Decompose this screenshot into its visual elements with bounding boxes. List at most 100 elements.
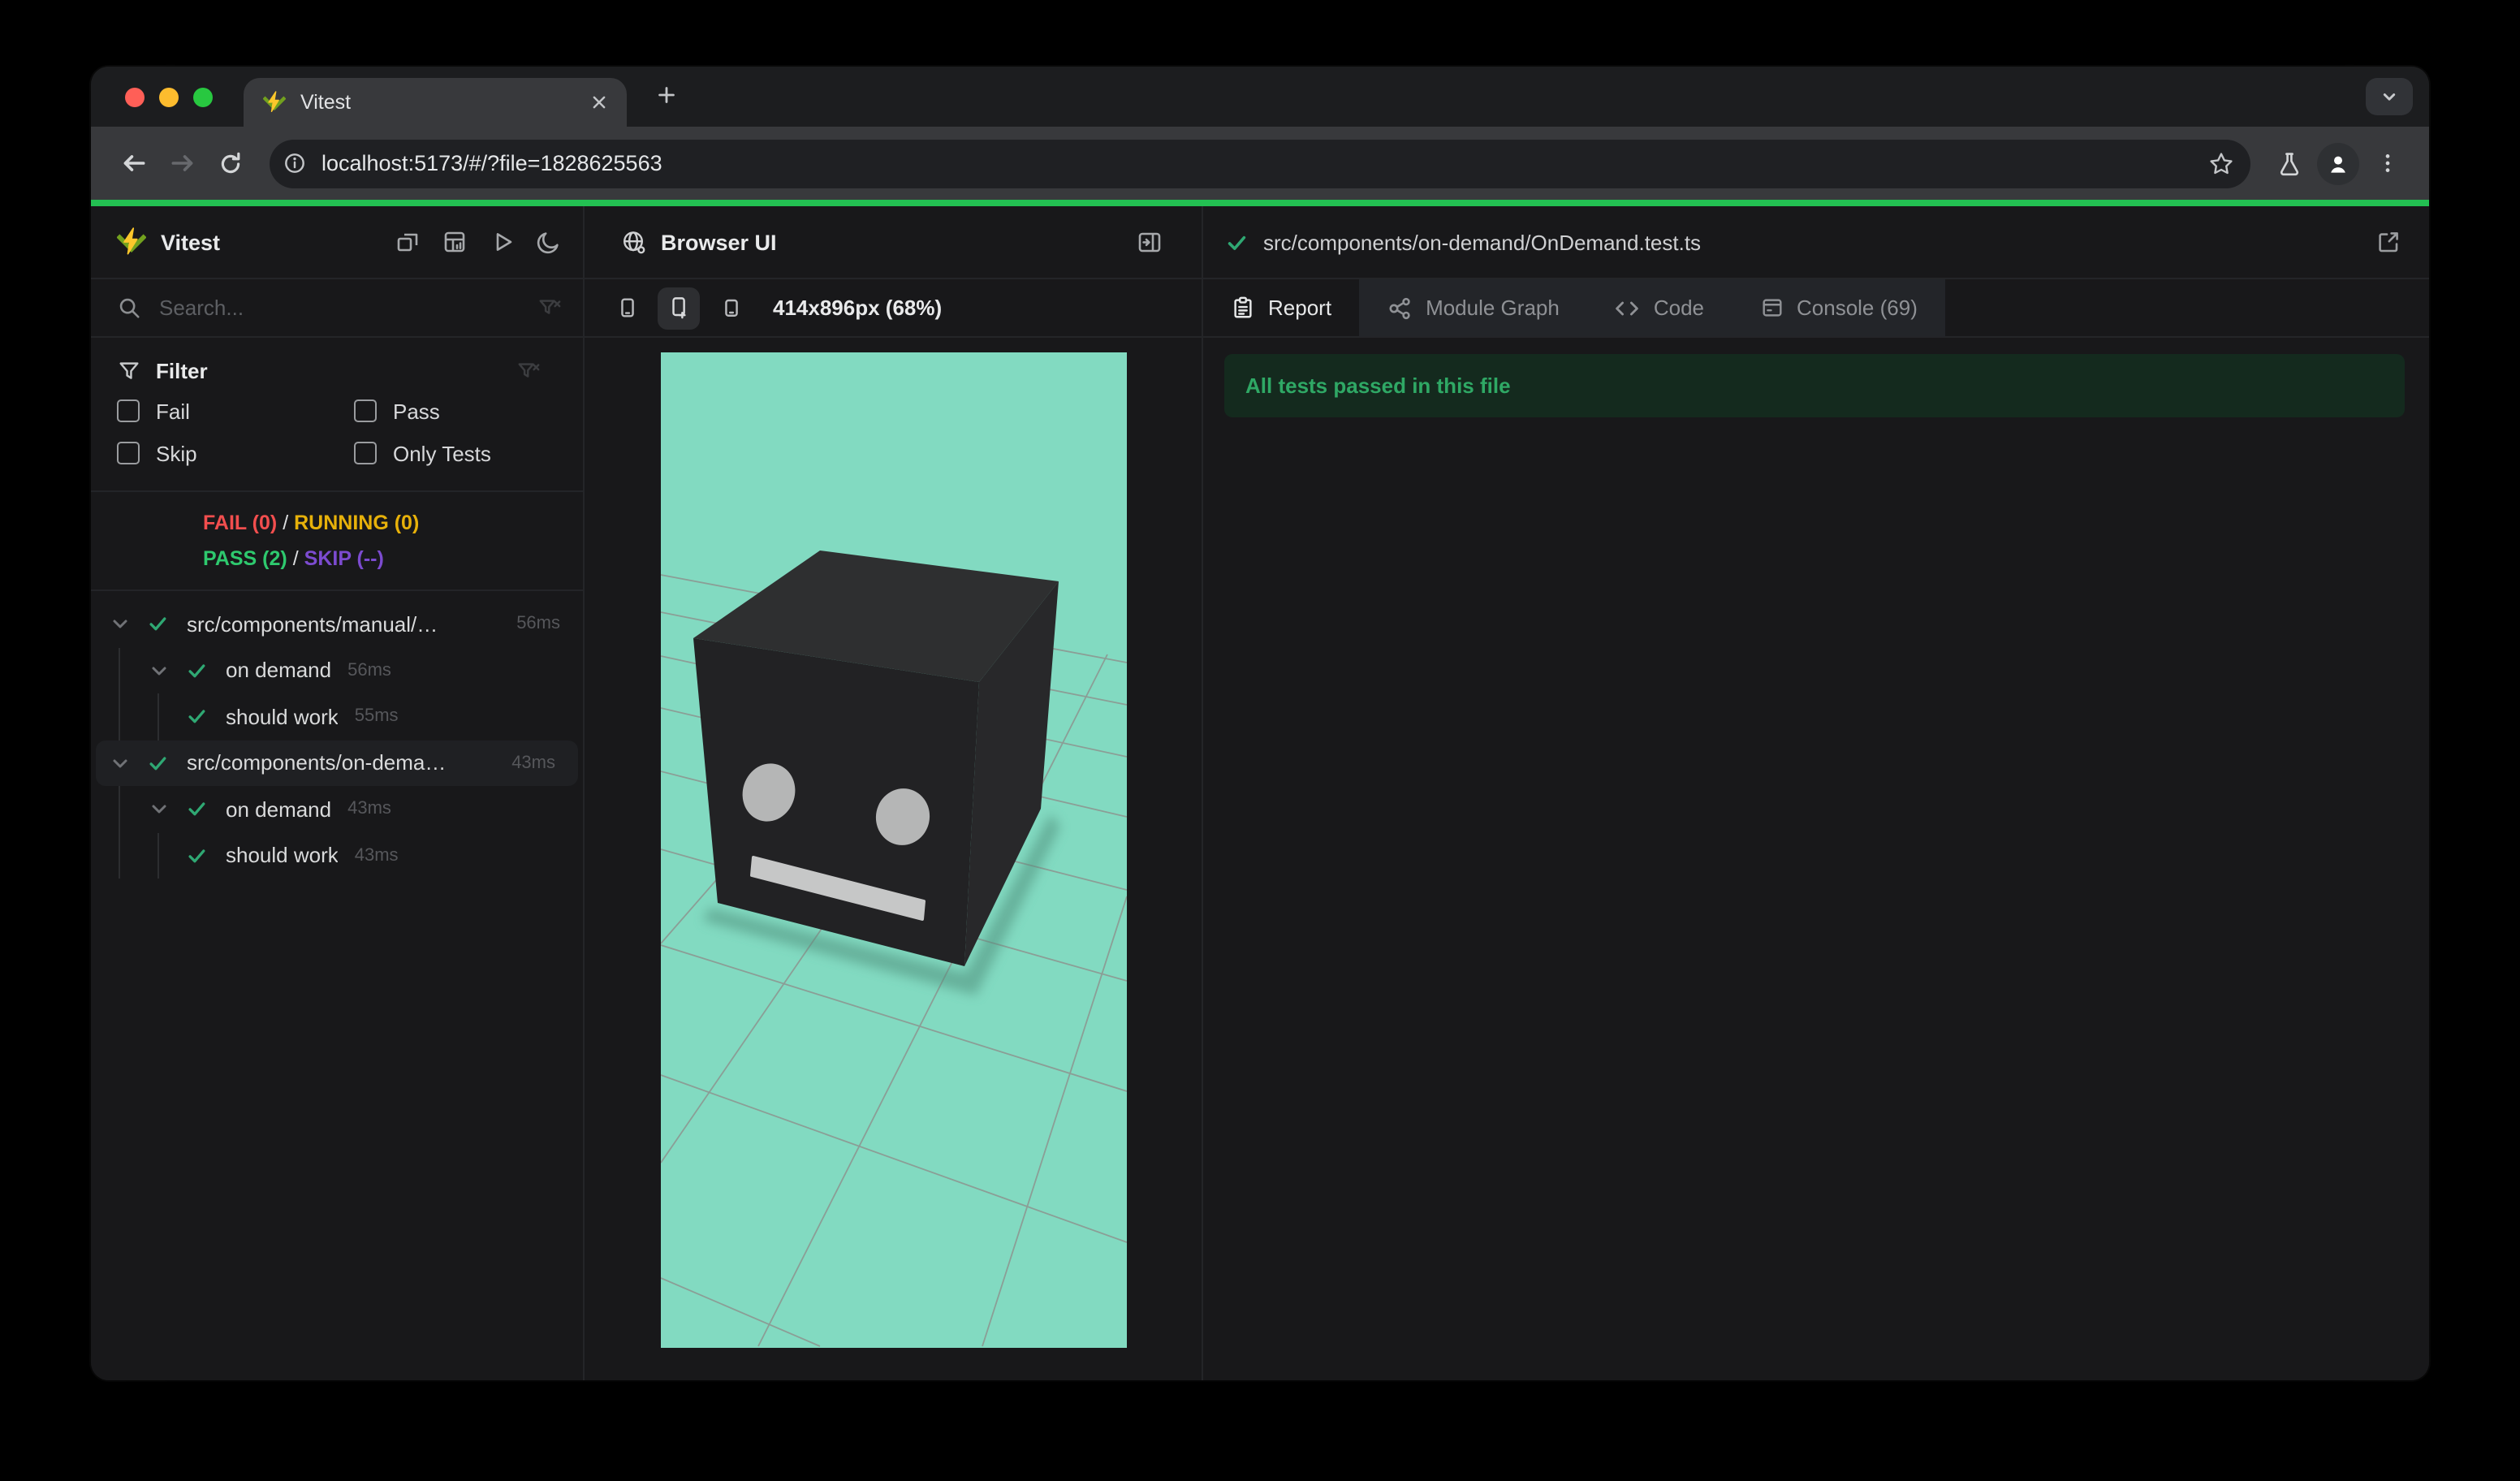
checkbox[interactable]	[354, 399, 377, 422]
tabs-container: Report Module Graph Code Console (69)	[1203, 279, 1945, 336]
pass-check-icon	[185, 798, 208, 821]
tree-row-file[interactable]: src/components/manual/… 56ms	[91, 601, 583, 647]
tree-row-suite[interactable]: on demand 56ms	[91, 647, 583, 693]
device-phone-add-icon[interactable]	[658, 287, 700, 329]
pass-check-icon	[185, 844, 208, 867]
test-name: should work	[226, 704, 339, 729]
device-small-phone-icon[interactable]	[710, 287, 752, 329]
tab-report[interactable]: Report	[1203, 279, 1360, 336]
filter-title: Filter	[156, 358, 208, 382]
tree-row-test[interactable]: should work 43ms	[91, 832, 583, 879]
search-icon	[117, 296, 141, 320]
open-external-icon[interactable]	[2375, 229, 2401, 255]
running-count: RUNNING (0)	[294, 512, 420, 534]
minimize-window-button[interactable]	[159, 88, 179, 107]
clear-filters-icon[interactable]	[516, 358, 541, 382]
avatar	[2317, 142, 2359, 184]
test-duration: 56ms	[516, 614, 560, 634]
experiments-flask-icon[interactable]	[2265, 139, 2314, 188]
filter-checkbox-pass[interactable]: Pass	[354, 390, 583, 432]
vitest-favicon-icon	[263, 91, 286, 114]
dark-mode-toggle-icon[interactable]	[536, 229, 562, 255]
test-progress-bar	[91, 200, 2429, 206]
test-duration: 43ms	[354, 845, 399, 866]
filter-checkbox-skip[interactable]: Skip	[117, 432, 354, 474]
open-file-path: src/components/on-demand/OnDemand.test.t…	[1263, 230, 1702, 254]
chevron-down-icon[interactable]	[107, 750, 133, 776]
stats-line-1: FAIL (0) / RUNNING (0)	[203, 512, 420, 534]
report-panel: src/components/on-demand/OnDemand.test.t…	[1203, 206, 2429, 1380]
test-file-name: src/components/on-dema…	[187, 750, 447, 775]
tab-search-button[interactable]	[2366, 78, 2413, 115]
report-body: All tests passed in this file	[1203, 338, 2429, 1380]
test-name: should work	[226, 843, 339, 868]
filter-section: Filter Fail Pass Skip Only Tests	[91, 338, 583, 492]
file-header: src/components/on-demand/OnDemand.test.t…	[1203, 206, 2429, 279]
collapse-panels-icon[interactable]	[395, 229, 421, 255]
run-all-tests-icon[interactable]	[489, 229, 515, 255]
test-tree: src/components/manual/… 56ms on demand 5…	[91, 591, 583, 1380]
zoom-window-button[interactable]	[193, 88, 213, 107]
sidebar: Vitest Search... Filter Fail Pass Skip O…	[91, 206, 585, 1380]
browser-tab[interactable]: Vitest	[244, 78, 627, 127]
preview-title: Browser UI	[661, 230, 777, 254]
url-text[interactable]: localhost:5173/#/?file=1828625563	[321, 151, 2194, 175]
browser-preview-viewport[interactable]	[660, 352, 1126, 1348]
report-tab-bar: Report Module Graph Code Console (69)	[1203, 279, 2429, 338]
tree-row-suite[interactable]: on demand 43ms	[91, 786, 583, 832]
close-window-button[interactable]	[125, 88, 145, 107]
close-tab-icon[interactable]	[588, 91, 611, 114]
filter-checkbox-fail[interactable]: Fail	[117, 390, 354, 432]
chevron-down-icon[interactable]	[107, 611, 133, 637]
reload-button[interactable]	[206, 139, 255, 188]
forward-button[interactable]	[158, 139, 206, 188]
url-bar[interactable]: localhost:5173/#/?file=1828625563	[270, 139, 2250, 188]
filter-options: Fail Pass Skip Only Tests	[91, 390, 583, 474]
checkbox[interactable]	[117, 399, 140, 422]
filter-checkbox-only-tests[interactable]: Only Tests	[354, 432, 583, 474]
tab-title: Vitest	[300, 91, 352, 114]
preview-header: Browser UI	[585, 206, 1202, 279]
test-duration: 56ms	[347, 660, 391, 680]
suite-name: on demand	[226, 658, 332, 683]
preview-body	[585, 338, 1202, 1380]
viewport-resolution-label: 414x896px (68%)	[773, 296, 943, 320]
tab-label: Console (69)	[1797, 296, 1918, 320]
screen: Vitest localhost:5173/#/?file=1828625563…	[0, 0, 2520, 1481]
pass-check-icon	[185, 706, 208, 728]
clear-search-filter-icon[interactable]	[537, 296, 562, 320]
checkbox[interactable]	[354, 442, 377, 464]
expand-panel-icon[interactable]	[1137, 229, 1163, 255]
browser-menu-icon[interactable]	[2362, 139, 2411, 188]
test-summary-stats: FAIL (0) / RUNNING (0) PASS (2) / SKIP (…	[91, 492, 583, 591]
test-duration: 43ms	[347, 799, 391, 819]
chevron-down-icon[interactable]	[146, 797, 172, 823]
back-button[interactable]	[109, 139, 158, 188]
profile-avatar[interactable]	[2314, 139, 2362, 188]
browser-tab-strip: Vitest	[91, 67, 2429, 127]
3d-scene-canvas	[660, 551, 1126, 1347]
skip-count: SKIP (--)	[304, 547, 384, 570]
stats-line-2: PASS (2) / SKIP (--)	[203, 547, 384, 570]
new-tab-button[interactable]	[654, 83, 679, 107]
bookmark-star-icon[interactable]	[2208, 150, 2234, 176]
dashboard-icon[interactable]	[442, 229, 468, 255]
tab-label: Code	[1653, 296, 1704, 320]
tab-label: Module Graph	[1426, 296, 1560, 320]
pass-count: PASS (2)	[203, 547, 287, 570]
site-info-icon[interactable]	[283, 151, 307, 175]
search-input[interactable]	[156, 294, 523, 322]
tab-module-graph[interactable]: Module Graph	[1359, 279, 1587, 336]
app-title: Vitest	[161, 230, 221, 254]
checkbox-label: Only Tests	[393, 441, 491, 465]
tree-row-test[interactable]: should work 55ms	[91, 693, 583, 740]
chevron-down-icon[interactable]	[146, 658, 172, 684]
tree-row-file-selected[interactable]: src/components/on-dema… 43ms	[96, 740, 578, 786]
checkbox[interactable]	[117, 442, 140, 464]
device-phone-icon[interactable]	[606, 287, 648, 329]
browser-toolbar: localhost:5173/#/?file=1828625563	[91, 127, 2429, 200]
tab-code[interactable]: Code	[1587, 279, 1732, 336]
pass-check-icon	[146, 752, 169, 775]
tab-console[interactable]: Console (69)	[1732, 279, 1945, 336]
sidebar-header: Vitest	[91, 206, 583, 279]
